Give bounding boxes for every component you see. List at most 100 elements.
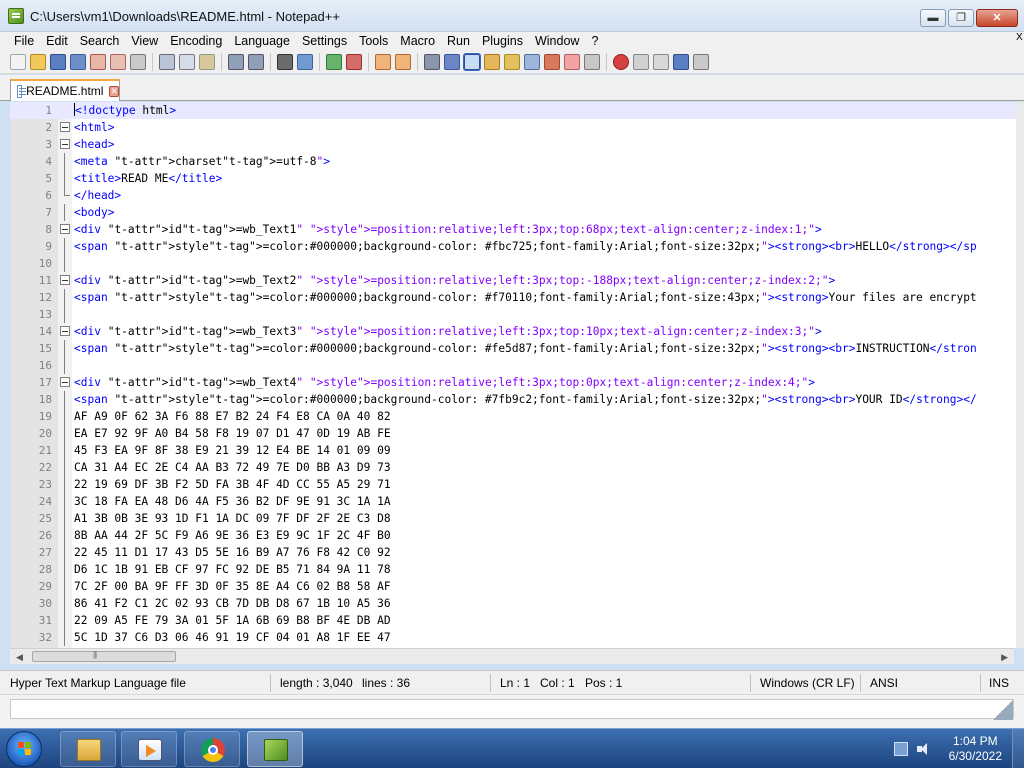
- menu-tools[interactable]: Tools: [353, 34, 394, 48]
- horizontal-scrollbar[interactable]: ◀ ▶: [10, 648, 1014, 664]
- menu-help[interactable]: ?: [585, 34, 604, 48]
- document-close-x[interactable]: X: [1016, 32, 1024, 50]
- save-macro-icon[interactable]: [693, 53, 709, 70]
- fold-toggle-icon[interactable]: [60, 326, 70, 336]
- minimize-button[interactable]: ▬: [920, 9, 946, 27]
- editor-line[interactable]: 15 <span "t-attr">style"t-tag">=color:#00…: [10, 340, 1024, 357]
- undo-icon[interactable]: [228, 53, 244, 70]
- menu-view[interactable]: View: [125, 34, 164, 48]
- record-macro-icon[interactable]: [613, 53, 629, 70]
- save-all-icon[interactable]: [70, 53, 86, 70]
- resize-grip[interactable]: [993, 700, 1013, 720]
- menu-search[interactable]: Search: [74, 34, 126, 48]
- editor-line[interactable]: 16: [10, 357, 1024, 374]
- network-icon[interactable]: [894, 742, 908, 756]
- editor-line[interactable]: 23 22 19 69 DF 3B F2 5D FA 3B 4F 4D CC 55…: [10, 476, 1024, 493]
- eye-icon[interactable]: [584, 53, 600, 70]
- speaker-icon[interactable]: [916, 742, 930, 756]
- monitoring-icon[interactable]: [564, 53, 580, 70]
- vertical-scrollbar[interactable]: [1016, 102, 1024, 648]
- taskbar-chrome[interactable]: [184, 731, 240, 767]
- close-file-icon[interactable]: [90, 53, 106, 70]
- editor-line[interactable]: 28 D6 1C 1B 91 EB CF 97 FC 92 DE B5 71 84…: [10, 561, 1024, 578]
- menu-plugins[interactable]: Plugins: [476, 34, 529, 48]
- sync-horizontal-icon[interactable]: [395, 53, 411, 70]
- editor-line[interactable]: 7 <body>: [10, 204, 1024, 221]
- editor-line[interactable]: 4 <meta "t-attr">charset"t-tag">=utf-8">: [10, 153, 1024, 170]
- cut-icon[interactable]: [159, 53, 175, 70]
- taskbar-media-player[interactable]: [121, 731, 177, 767]
- show-all-characters-icon[interactable]: [444, 53, 460, 70]
- editor-line[interactable]: 17 <div "t-attr">id"t-tag">=wb_Text4" ">s…: [10, 374, 1024, 391]
- menu-encoding[interactable]: Encoding: [164, 34, 228, 48]
- editor[interactable]: 1 <!doctype html> 2 <html> 3 <head> 4 <meta "t-…: [10, 102, 1024, 648]
- editor-line[interactable]: 18 <span "t-attr">style"t-tag">=color:#00…: [10, 391, 1024, 408]
- taskbar-notepadpp[interactable]: [247, 731, 303, 767]
- fold-toggle-icon[interactable]: [60, 122, 70, 132]
- menu-file[interactable]: File: [8, 34, 40, 48]
- open-file-icon[interactable]: [30, 53, 46, 70]
- editor-line[interactable]: 8 <div "t-attr">id"t-tag">=wb_Text1" ">st…: [10, 221, 1024, 238]
- editor-line[interactable]: 14 <div "t-attr">id"t-tag">=wb_Text3" ">s…: [10, 323, 1024, 340]
- editor-line[interactable]: 19 AF A9 0F 62 3A F6 88 E7 B2 24 F4 E8 CA…: [10, 408, 1024, 425]
- tab-close-icon[interactable]: ✕: [109, 85, 119, 97]
- editor-line[interactable]: 6 </head>: [10, 187, 1024, 204]
- start-button[interactable]: [6, 731, 42, 767]
- tab-readme[interactable]: README.html ✕: [10, 79, 120, 101]
- function-list-icon[interactable]: [524, 53, 540, 70]
- word-wrap-icon[interactable]: [424, 53, 440, 70]
- fold-toggle-icon[interactable]: [60, 275, 70, 285]
- menu-language[interactable]: Language: [228, 34, 296, 48]
- fold-toggle-icon[interactable]: [60, 224, 70, 234]
- editor-line[interactable]: 1 <!doctype html>: [10, 102, 1024, 119]
- editor-line[interactable]: 31 22 09 A5 FE 79 3A 01 5F 1A 6B 69 B8 BF…: [10, 612, 1024, 629]
- close-all-icon[interactable]: [110, 53, 126, 70]
- folder-as-workspace-icon[interactable]: [544, 53, 560, 70]
- code-area[interactable]: 1 <!doctype html> 2 <html> 3 <head> 4 <meta "t-…: [10, 102, 1024, 646]
- editor-line[interactable]: 5 <title>READ ME</title>: [10, 170, 1024, 187]
- scroll-left-icon[interactable]: ◀: [16, 652, 23, 663]
- editor-line[interactable]: 13: [10, 306, 1024, 323]
- paste-icon[interactable]: [199, 53, 215, 70]
- menu-window[interactable]: Window: [529, 34, 585, 48]
- copy-icon[interactable]: [179, 53, 195, 70]
- indent-guide-icon[interactable]: [463, 52, 481, 71]
- editor-line[interactable]: 12 <span "t-attr">style"t-tag">=color:#00…: [10, 289, 1024, 306]
- run-macro-multiple-icon[interactable]: [673, 53, 689, 70]
- find-icon[interactable]: [277, 53, 293, 70]
- editor-line[interactable]: 26 8B AA 44 2F 5C F9 A6 9E 36 E3 E9 9C 1F…: [10, 527, 1024, 544]
- fold-toggle-icon[interactable]: [60, 377, 70, 387]
- new-file-icon[interactable]: [10, 53, 26, 70]
- editor-line[interactable]: 9 <span "t-attr">style"t-tag">=color:#000…: [10, 238, 1024, 255]
- show-desktop-button[interactable]: [1012, 729, 1024, 768]
- editor-line[interactable]: 30 86 41 F2 C1 2C 02 93 CB 7D DB D8 67 1B…: [10, 595, 1024, 612]
- play-macro-icon[interactable]: [653, 53, 669, 70]
- clock[interactable]: 1:04 PM 6/30/2022: [949, 734, 1002, 764]
- document-map-icon[interactable]: [504, 53, 520, 70]
- maximize-button[interactable]: ❐: [948, 9, 974, 27]
- editor-line[interactable]: 20 EA E7 92 9F A0 B4 58 F8 19 07 D1 47 0D…: [10, 425, 1024, 442]
- scroll-right-icon[interactable]: ▶: [1001, 652, 1008, 663]
- close-button[interactable]: ✕: [976, 9, 1018, 27]
- editor-line[interactable]: 11 <div "t-attr">id"t-tag">=wb_Text2" ">s…: [10, 272, 1024, 289]
- menu-settings[interactable]: Settings: [296, 34, 353, 48]
- zoom-out-icon[interactable]: [346, 53, 362, 70]
- editor-line[interactable]: 22 CA 31 A4 EC 2E C4 AA B3 72 49 7E D0 BB…: [10, 459, 1024, 476]
- save-icon[interactable]: [50, 53, 66, 70]
- print-icon[interactable]: [130, 53, 146, 70]
- editor-line[interactable]: 24 3C 18 FA EA 48 D6 4A F5 36 B2 DF 9E 91…: [10, 493, 1024, 510]
- menu-edit[interactable]: Edit: [40, 34, 74, 48]
- editor-line[interactable]: 25 A1 3B 0B 3E 93 1D F1 1A DC 09 7F DF 2F…: [10, 510, 1024, 527]
- scroll-thumb[interactable]: [32, 650, 176, 662]
- replace-icon[interactable]: [297, 53, 313, 70]
- redo-icon[interactable]: [248, 53, 264, 70]
- editor-line[interactable]: 21 45 F3 EA 9F 8F 38 E9 21 39 12 E4 BE 14…: [10, 442, 1024, 459]
- sync-vertical-icon[interactable]: [375, 53, 391, 70]
- user-defined-language-icon[interactable]: [484, 53, 500, 70]
- menu-run[interactable]: Run: [441, 34, 476, 48]
- editor-line[interactable]: 29 7C 2F 00 BA 9F FF 3D 0F 35 8E A4 C6 02…: [10, 578, 1024, 595]
- zoom-in-icon[interactable]: [326, 53, 342, 70]
- editor-line[interactable]: 27 22 45 11 D1 17 43 D5 5E 16 B9 A7 76 F8…: [10, 544, 1024, 561]
- menu-macro[interactable]: Macro: [394, 34, 441, 48]
- editor-line[interactable]: 32 5C 1D 37 C6 D3 06 46 91 19 CF 04 01 A8…: [10, 629, 1024, 646]
